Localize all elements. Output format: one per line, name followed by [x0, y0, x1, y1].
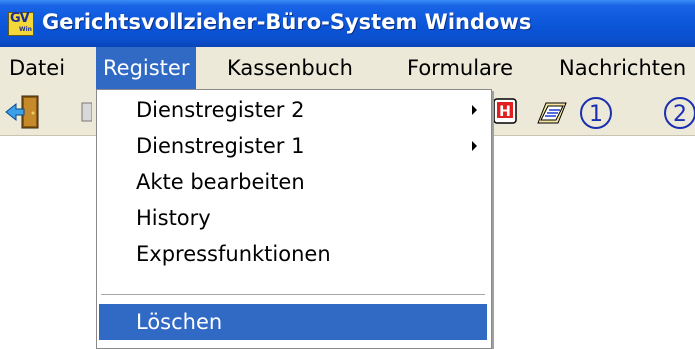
title-bar: GV Win Gerichtsvollzieher-Büro-System Wi… [0, 0, 695, 47]
menu-item-history[interactable]: History [99, 200, 487, 236]
menu-kassenbuch[interactable]: Kassenbuch [220, 47, 360, 89]
menu-item-dienstregister-2[interactable]: Dienstregister 2 [99, 92, 487, 128]
menu-nachrichten[interactable]: Nachrichten [552, 47, 693, 89]
circled-two-icon[interactable]: 2 [660, 93, 695, 131]
stack-of-documents-icon[interactable] [532, 93, 572, 131]
window-title: Gerichtsvollzieher-Büro-System Windows [42, 10, 532, 34]
menu-register[interactable]: Register [96, 47, 197, 89]
submenu-arrow-icon [472, 141, 477, 151]
menu-item-label: Dienstregister 2 [136, 98, 305, 122]
menu-bar: Datei Register Kassenbuch Formulare Nach… [0, 47, 695, 89]
svg-text:2: 2 [673, 102, 687, 127]
app-window: GV Win Gerichtsvollzieher-Büro-System Wi… [0, 0, 695, 349]
menu-item-akte-bearbeiten[interactable]: Akte bearbeiten [99, 164, 487, 200]
red-h-stamp-icon[interactable]: H [492, 93, 532, 131]
menu-item-loeschen[interactable]: Löschen [99, 304, 487, 340]
register-menu: Dienstregister 2 Dienstregister 1 Akte b… [96, 89, 492, 349]
app-icon-win-text: Win [19, 26, 32, 33]
menu-datei[interactable]: Datei [2, 47, 72, 89]
svg-text:1: 1 [589, 102, 603, 127]
menu-item-label: Expressfunktionen [136, 242, 331, 266]
submenu-arrow-icon [472, 105, 477, 115]
circled-one-icon[interactable]: 1 [576, 93, 616, 131]
menu-separator [101, 294, 485, 295]
menu-item-dienstregister-1[interactable]: Dienstregister 1 [99, 128, 487, 164]
menu-item-expressfunktionen[interactable]: Expressfunktionen [99, 236, 487, 272]
menu-item-label: Löschen [136, 310, 223, 334]
menu-item-label: Akte bearbeiten [136, 170, 305, 194]
exit-door-icon[interactable] [4, 93, 44, 131]
app-icon[interactable]: GV Win [8, 11, 34, 36]
menu-item-label: Dienstregister 1 [136, 134, 305, 158]
app-icon-gv-text: GV [10, 11, 30, 26]
document-icon[interactable] [52, 93, 93, 131]
menu-formulare[interactable]: Formulare [400, 47, 520, 89]
svg-text:H: H [499, 104, 511, 120]
menu-item-label: History [136, 206, 211, 230]
